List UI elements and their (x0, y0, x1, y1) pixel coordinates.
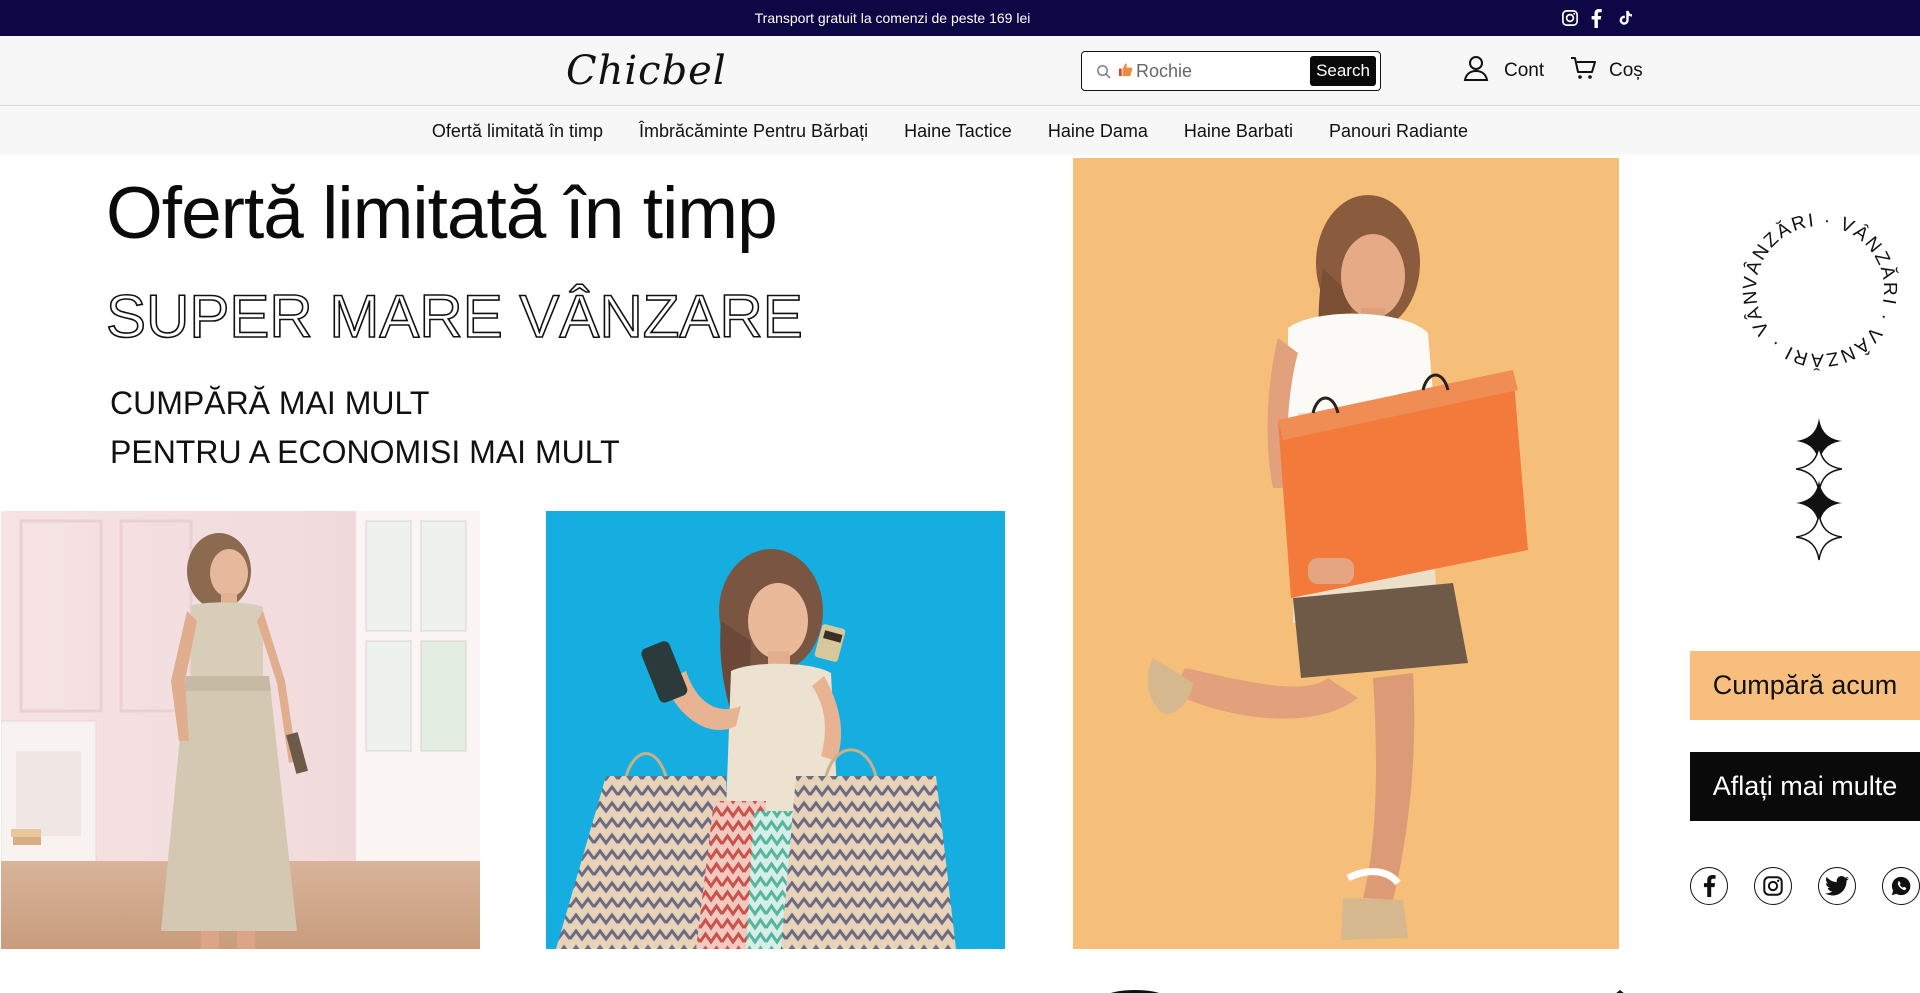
svg-text:VÂNZĂRI · VÂNZĂRI · VÂNZĂRI ·: VÂNZĂRI · VÂNZĂRI · VÂNZĂRI · VÂNZĂRI · (1730, 205, 1900, 370)
bottom-decoration (1100, 985, 1170, 993)
product-photo-shopping[interactable] (546, 511, 1005, 949)
search-box: Search (1081, 51, 1381, 91)
user-icon (1462, 54, 1490, 88)
search-icon (1096, 64, 1112, 80)
facebook-icon[interactable] (1588, 8, 1604, 28)
stars-decoration (1795, 418, 1843, 588)
cart-label: Coș (1609, 60, 1643, 81)
hero-subtitle-2: PENTRU A ECONOMISI MAI MULT (110, 434, 620, 470)
instagram-icon[interactable] (1754, 867, 1792, 905)
main-nav: Ofertă limitată în timp Îmbrăcăminte Pen… (0, 107, 1920, 155)
circular-sales-badge: VÂNZĂRI · VÂNZĂRI · VÂNZĂRI · VÂNZĂRI · (1722, 189, 1910, 375)
instagram-icon[interactable] (1560, 8, 1580, 28)
nav-item-women[interactable]: Haine Dama (1048, 121, 1148, 142)
announcement-text: Transport gratuit la comenzi de peste 16… (754, 10, 1031, 26)
facebook-icon[interactable] (1690, 867, 1728, 905)
learn-more-button[interactable]: Aflați mai multe (1690, 752, 1920, 821)
search-input[interactable] (1136, 58, 1286, 84)
site-header: Chicbel Search Cont Coș (0, 36, 1920, 106)
account-label: Cont (1504, 60, 1545, 81)
nav-item-men-clothing[interactable]: Îmbrăcăminte Pentru Bărbați (639, 121, 868, 142)
hero-sale-text: SUPER MARE VÂNZARE (105, 282, 803, 351)
logo[interactable]: Chicbel (566, 46, 726, 96)
nav-item-radiant-panels[interactable]: Panouri Radiante (1329, 121, 1468, 142)
hero-subtitle-1: CUMPĂRĂ MAI MULT (110, 385, 430, 421)
nav-item-men[interactable]: Haine Barbati (1184, 121, 1293, 142)
product-photo-dress[interactable] (1, 511, 480, 949)
product-photo-orange-bag[interactable] (1073, 158, 1619, 949)
nav-item-limited-offer[interactable]: Ofertă limitată în timp (432, 121, 603, 142)
cart-link[interactable]: Coș (1569, 56, 1643, 86)
whatsapp-icon[interactable] (1882, 867, 1920, 905)
circular-text: VÂNZĂRI · VÂNZĂRI · VÂNZĂRI · VÂNZĂRI · (1722, 189, 1898, 370)
nav-item-tactical[interactable]: Haine Tactice (904, 121, 1012, 142)
thumbs-up-icon (1118, 62, 1133, 81)
search-button[interactable]: Search (1310, 56, 1376, 86)
cart-icon (1569, 54, 1597, 88)
bottom-star-decoration (1610, 985, 1630, 993)
twitter-icon[interactable] (1818, 867, 1856, 905)
hero-title: Ofertă limitată în timp (106, 173, 778, 254)
tiktok-icon[interactable] (1615, 8, 1635, 28)
account-link[interactable]: Cont (1462, 56, 1544, 86)
shop-now-button[interactable]: Cumpără acum (1690, 651, 1920, 720)
announcement-bar: Transport gratuit la comenzi de peste 16… (0, 0, 1920, 36)
